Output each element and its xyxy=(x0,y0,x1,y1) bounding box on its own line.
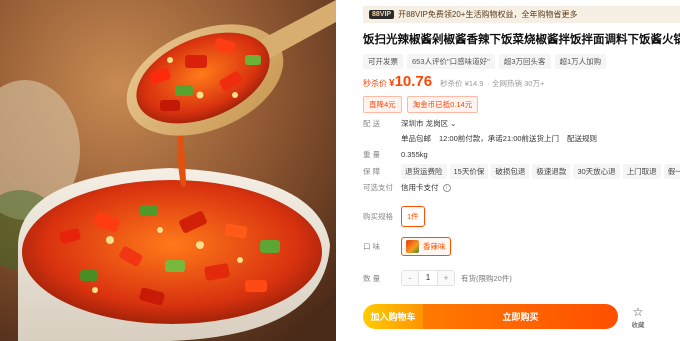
delivery-rules-link[interactable]: 配送规则 xyxy=(567,133,597,144)
guarantee-item[interactable]: 破损包退 xyxy=(491,164,530,179)
info-icon[interactable]: i xyxy=(442,183,451,192)
product-title: 饭扫光辣椒酱剁椒酱香辣下饭菜烧椒酱拌饭拌面调料下饭酱火锅蘸料 xyxy=(363,34,680,46)
price-label: 秒杀价 xyxy=(363,79,387,88)
payment-row: 可选支付 信用卡支付 i xyxy=(363,182,451,193)
flavor-option-selected[interactable]: 香辣味 xyxy=(401,237,451,256)
weight-label: 重 量 xyxy=(363,150,381,159)
original-price: 秒杀价 ¥14.9 xyxy=(440,79,484,88)
flavor-label: 口 味 xyxy=(363,242,381,251)
weight-value: 0.355kg xyxy=(401,150,428,159)
guarantee-item[interactable]: 15天价保 xyxy=(449,164,489,179)
product-tag[interactable]: 653人评价"口感味道好" xyxy=(407,54,495,69)
promo-row: 直降4元 淘金币已抵0.14元 xyxy=(363,96,479,113)
payment-label: 可选支付 xyxy=(363,183,393,192)
flavor-thumbnail xyxy=(406,240,419,253)
guarantee-item[interactable]: 假一赔十 xyxy=(663,164,680,179)
spec-row: 购买规格 1件 xyxy=(363,206,425,227)
guarantee-row: 保 障 退货运费险 15天价保 破损包退 极速退款 30天放心退 上门取退 假一… xyxy=(363,164,680,179)
delivery-cutoff: 12:00前付款，承诺21:00前送货上门 xyxy=(439,134,560,143)
add-to-cart-button[interactable]: 加入购物车 xyxy=(363,304,423,329)
star-icon: ☆ xyxy=(632,305,644,319)
delivery-detail-row: 单品包邮 12:00前付款，承诺21:00前送货上门 配送规则 xyxy=(401,133,597,144)
product-info-panel: 88VIP 开88VIP免费领20+生活购物权益，全年购物省更多 饭扫光辣椒酱剁… xyxy=(363,0,680,341)
promo-badge: 直降4元 xyxy=(363,96,402,113)
guarantee-item[interactable]: 极速退款 xyxy=(532,164,571,179)
quantity-minus-button[interactable]: - xyxy=(402,271,418,285)
product-main-image xyxy=(0,0,336,341)
shipping-free: 单品包邮 xyxy=(401,134,431,143)
guarantee-item[interactable]: 退货运费险 xyxy=(401,164,447,179)
vip-banner-text: 开88VIP免费领20+生活购物权益，全年购物省更多 xyxy=(398,10,578,19)
purchase-actions: 加入购物车 立即购买 xyxy=(363,304,618,329)
flavor-option-label: 香辣味 xyxy=(423,242,446,251)
product-tag: 超1万人加购 xyxy=(554,54,607,69)
sales-count: · 全网热销 30万+ xyxy=(487,79,545,88)
guarantee-item[interactable]: 上门取退 xyxy=(622,164,661,179)
chevron-down-icon[interactable]: ⌄ xyxy=(450,119,456,128)
buy-now-button[interactable]: 立即购买 xyxy=(423,304,618,329)
guarantee-list: 退货运费险 15天价保 破损包退 极速退款 30天放心退 上门取退 假一赔十 xyxy=(401,164,680,179)
payment-value: 信用卡支付 xyxy=(401,183,439,192)
flavor-row: 口 味 香辣味 xyxy=(363,237,451,256)
quantity-label: 数 量 xyxy=(363,273,381,283)
favorite-label: 收藏 xyxy=(631,322,645,329)
quantity-plus-button[interactable]: + xyxy=(438,271,454,285)
product-tag: 超3万回头客 xyxy=(498,54,551,69)
weight-row: 重 量 0.355kg xyxy=(363,149,428,160)
spec-option-selected[interactable]: 1件 xyxy=(401,206,425,227)
delivery-label: 配 送 xyxy=(363,119,381,128)
quantity-row: 数 量 - 1 + 有货(限购20件) xyxy=(363,270,518,286)
product-tag: 可开发票 xyxy=(363,54,403,69)
price-amount: 10.76 xyxy=(394,73,433,90)
vip-badge: 88VIP xyxy=(369,10,395,19)
product-tags: 可开发票 653人评价"口感味道好" 超3万回头客 超1万人加购 xyxy=(363,54,607,69)
vip-banner[interactable]: 88VIP 开88VIP免费领20+生活购物权益，全年购物省更多 xyxy=(363,6,680,23)
promo-badge: 淘金币已抵0.14元 xyxy=(406,96,479,113)
quantity-stepper: - 1 + xyxy=(401,270,455,286)
guarantee-item[interactable]: 30天放心退 xyxy=(573,164,620,179)
quantity-input[interactable]: 1 xyxy=(418,271,438,285)
guarantee-label: 保 障 xyxy=(363,167,381,176)
delivery-location[interactable]: 深圳市 龙岗区 xyxy=(401,118,448,129)
spec-label: 购买规格 xyxy=(363,212,393,221)
stock-status: 有货(限购20件) xyxy=(461,273,512,283)
delivery-row: 配 送 深圳市 龙岗区 ⌄ xyxy=(363,118,456,129)
price-row: 秒杀价 ¥ 10.76 秒杀价 ¥14.9 · 全网热销 30万+ xyxy=(363,73,544,90)
favorite-button[interactable]: ☆ 收藏 xyxy=(628,306,648,329)
